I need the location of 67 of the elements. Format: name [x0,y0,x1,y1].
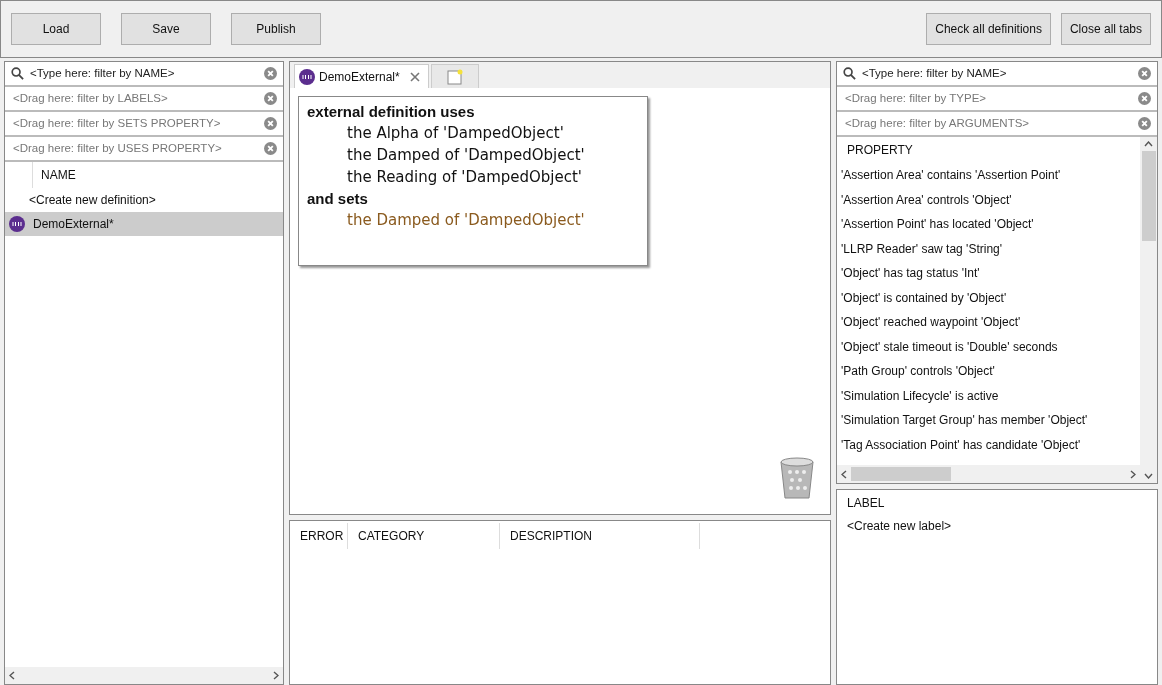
filter-field[interactable]: <Type here: filter by NAME> [30,64,258,83]
new-note-icon[interactable] [446,68,463,85]
definition-keyword: and sets [307,189,369,209]
definition-card[interactable]: external definition uses the Alpha of 'DampedObject' the Damped of 'DampedObject' the Reading of 'DampedObject' and sets the Damped of 'DampedObject' [298,96,648,266]
filter-field[interactable]: <Drag here: filter by SETS PROPERTY> [11,114,258,133]
scroll-up-icon[interactable] [1144,141,1153,147]
horizontal-scrollbar[interactable] [5,667,283,684]
horizontal-scrollbar[interactable] [837,465,1140,483]
definition-badge-icon [9,216,25,232]
property-item[interactable]: 'LLRP Reader' saw tag 'String' [837,236,1140,261]
toolbar-button[interactable]: Save [121,13,211,45]
definition-badge-icon [299,68,315,85]
vertical-scrollbar[interactable] [1140,137,1157,483]
filter-field[interactable]: <Drag here: filter by ARGUMENTS> [843,114,1132,133]
clear-icon[interactable] [1138,92,1151,105]
clear-icon[interactable] [1138,67,1151,80]
clear-icon[interactable] [264,117,277,130]
property-item[interactable]: 'Assertion Area' controls 'Object' [837,187,1140,212]
column-header: NAME [40,167,76,184]
column-header: ERROR [290,523,348,549]
clear-icon[interactable] [264,67,277,80]
create-definition-item[interactable]: <Create new definition> [5,188,283,212]
clear-icon[interactable] [1138,117,1151,130]
definition-keyword: external definition uses [307,102,476,122]
filter-field[interactable]: <Drag here: filter by USES PROPERTY> [11,139,258,158]
definition-item[interactable]: DemoExternal* [5,212,283,236]
set-property: the Damped of 'DampedObject' [346,210,586,231]
toolbar-button[interactable]: Load [11,13,101,45]
editor-tab[interactable] [430,64,479,88]
editor-tab[interactable]: DemoExternal* [294,64,429,88]
toolbar-button[interactable]: Close all tabs [1060,13,1151,45]
property-item[interactable]: 'Path Group' controls 'Object' [837,359,1140,384]
used-property: the Alpha of 'DampedObject' [346,123,565,144]
property-item[interactable]: 'Simulation Target Group' has member 'Object' [837,408,1140,433]
close-icon[interactable] [409,71,420,82]
trash-bin-icon[interactable] [778,456,816,500]
column-header: DESCRIPTION [500,523,700,549]
create-label-item[interactable]: <Create new label> [837,516,1157,536]
used-property: the Damped of 'DampedObject' [346,145,586,166]
filter-field[interactable]: <Type here: filter by NAME> [862,64,1132,83]
column-header: PROPERTY [846,142,914,159]
used-property: the Reading of 'DampedObject' [346,167,583,188]
property-item[interactable]: 'Object' reached waypoint 'Object' [837,310,1140,335]
scroll-thumb[interactable] [851,467,951,481]
filter-field[interactable]: <Drag here: filter by TYPE> [843,89,1132,108]
property-item[interactable]: 'Object' stale timeout is 'Double' seconds [837,334,1140,359]
scroll-right-icon[interactable] [273,671,279,680]
toolbar-button[interactable]: Publish [231,13,321,45]
scroll-left-icon[interactable] [9,671,15,680]
scroll-down-icon[interactable] [1144,473,1153,479]
clear-icon[interactable] [264,92,277,105]
property-item[interactable]: 'Tag Association Point' has candidate 'Object' [837,432,1140,457]
property-item[interactable]: 'Assertion Point' has located 'Object' [837,212,1140,237]
search-icon [843,67,856,80]
column-header: LABEL [846,495,886,512]
filter-field[interactable]: <Drag here: filter by LABELS> [11,89,258,108]
column-header: CATEGORY [348,523,500,549]
scroll-thumb[interactable] [1141,151,1156,241]
property-item[interactable]: 'Object' has tag status 'Int' [837,261,1140,286]
search-icon [11,67,24,80]
property-item[interactable]: 'Object' is contained by 'Object' [837,285,1140,310]
toolbar-button[interactable]: Check all definitions [926,13,1051,45]
scroll-left-icon[interactable] [841,469,847,479]
scroll-right-icon[interactable] [1130,469,1136,479]
property-item[interactable]: 'Simulation Lifecycle' is active [837,383,1140,408]
property-item[interactable]: 'Assertion Area' contains 'Assertion Point' [837,163,1140,188]
clear-icon[interactable] [264,142,277,155]
